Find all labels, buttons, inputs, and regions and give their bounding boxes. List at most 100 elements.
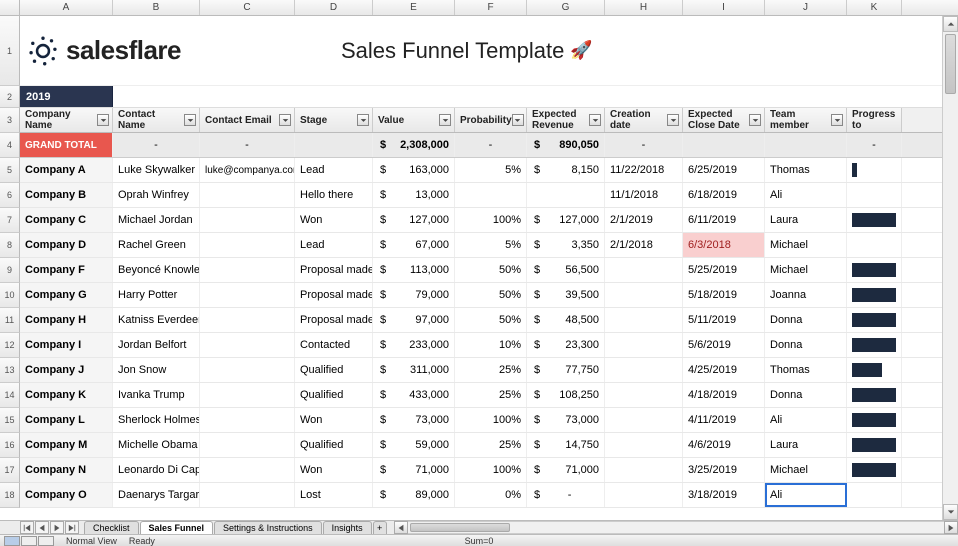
cell-stage[interactable]: Proposal made	[295, 283, 373, 307]
sheet-tab[interactable]: Insights	[323, 521, 372, 534]
cell-team[interactable]: Thomas	[765, 358, 847, 382]
cell-progress[interactable]	[847, 258, 902, 282]
col-E[interactable]: E	[373, 0, 455, 15]
cell-stage[interactable]: Hello there	[295, 183, 373, 207]
cell-value[interactable]: $163,000	[373, 158, 455, 182]
cell-progress[interactable]	[847, 183, 902, 207]
row-header-15[interactable]: 15	[0, 408, 20, 433]
cell-contact[interactable]: Ivanka Trump	[113, 383, 200, 407]
cell-company[interactable]: Company K	[20, 383, 113, 407]
cell-company[interactable]: Company O	[20, 483, 113, 507]
cell-created[interactable]	[605, 333, 683, 357]
page-break-view-button[interactable]	[38, 536, 54, 546]
row-header-3[interactable]: 3	[0, 108, 20, 133]
cell-contact[interactable]: Sherlock Holmes	[113, 408, 200, 432]
cell-created[interactable]	[605, 483, 683, 507]
cell-probability[interactable]: 25%	[455, 383, 527, 407]
cell-team[interactable]: Laura	[765, 208, 847, 232]
cell-exp-rev[interactable]: $108,250	[527, 383, 605, 407]
cell-close-date[interactable]: 6/11/2019	[683, 208, 765, 232]
cell-stage[interactable]: Proposal made	[295, 308, 373, 332]
cell-company[interactable]: Company N	[20, 458, 113, 482]
cell-team[interactable]: Ali	[765, 183, 847, 207]
row-header-8[interactable]: 8	[0, 233, 20, 258]
vertical-scrollbar[interactable]	[942, 16, 958, 520]
row-header-13[interactable]: 13	[0, 358, 20, 383]
row-header-16[interactable]: 16	[0, 433, 20, 458]
cell-exp-rev[interactable]: $23,300	[527, 333, 605, 357]
cell-email[interactable]: luke@companya.com	[200, 158, 295, 182]
cell-company[interactable]: Company C	[20, 208, 113, 232]
filter-dropdown-icon[interactable]	[749, 114, 761, 126]
cell-close-date[interactable]: 4/11/2019	[683, 408, 765, 432]
cell-company[interactable]: Company L	[20, 408, 113, 432]
cell-email[interactable]	[200, 458, 295, 482]
cell-close-date[interactable]: 3/18/2019	[683, 483, 765, 507]
cell-email[interactable]	[200, 408, 295, 432]
cell-stage[interactable]: Won	[295, 408, 373, 432]
cell-company[interactable]: Company I	[20, 333, 113, 357]
cell-email[interactable]	[200, 383, 295, 407]
cell-stage[interactable]: Qualified	[295, 358, 373, 382]
cell-contact[interactable]: Oprah Winfrey	[113, 183, 200, 207]
cell-team[interactable]: Michael	[765, 258, 847, 282]
col-F[interactable]: F	[455, 0, 527, 15]
cell-email[interactable]	[200, 483, 295, 507]
cell-probability[interactable]: 50%	[455, 283, 527, 307]
hdr-creation[interactable]: Creation date	[605, 108, 683, 132]
cell-stage[interactable]: Won	[295, 458, 373, 482]
cell-created[interactable]	[605, 383, 683, 407]
col-A[interactable]: A	[20, 0, 113, 15]
cell-email[interactable]	[200, 433, 295, 457]
cell-team[interactable]: Ali	[765, 483, 847, 507]
cell-value[interactable]: $127,000	[373, 208, 455, 232]
cell-probability[interactable]	[455, 183, 527, 207]
cell-contact[interactable]: Michael Jordan	[113, 208, 200, 232]
cell-team[interactable]: Donna	[765, 308, 847, 332]
cell-progress[interactable]	[847, 358, 902, 382]
row-header-14[interactable]: 14	[0, 383, 20, 408]
cell-stage[interactable]: Lead	[295, 158, 373, 182]
cell-value[interactable]: $433,000	[373, 383, 455, 407]
cell-close-date[interactable]: 5/25/2019	[683, 258, 765, 282]
hdr-close[interactable]: Expected Close Date	[683, 108, 765, 132]
tab-prev-button[interactable]	[35, 521, 49, 534]
filter-dropdown-icon[interactable]	[357, 114, 369, 126]
cell-team[interactable]: Laura	[765, 433, 847, 457]
row-header-7[interactable]: 7	[0, 208, 20, 233]
cell-email[interactable]	[200, 258, 295, 282]
cell-stage[interactable]: Lost	[295, 483, 373, 507]
cell-company[interactable]: Company F	[20, 258, 113, 282]
cell-value[interactable]: $97,000	[373, 308, 455, 332]
row-header-2[interactable]: 2	[0, 86, 20, 108]
hdr-probability[interactable]: Probability	[455, 108, 527, 132]
row-header-9[interactable]: 9	[0, 258, 20, 283]
col-C[interactable]: C	[200, 0, 295, 15]
cell-contact[interactable]: Harry Potter	[113, 283, 200, 307]
cell-contact[interactable]: Jon Snow	[113, 358, 200, 382]
cell-company[interactable]: Company G	[20, 283, 113, 307]
filter-dropdown-icon[interactable]	[589, 114, 601, 126]
scroll-track[interactable]	[943, 32, 958, 504]
cell-stage[interactable]: Qualified	[295, 383, 373, 407]
col-K[interactable]: K	[847, 0, 902, 15]
cell-value[interactable]: $113,000	[373, 258, 455, 282]
cell-created[interactable]	[605, 358, 683, 382]
cell-probability[interactable]: 50%	[455, 308, 527, 332]
normal-view-button[interactable]	[4, 536, 20, 546]
cell-created[interactable]	[605, 408, 683, 432]
hdr-expected-rev[interactable]: Expected Revenue	[527, 108, 605, 132]
cell-close-date[interactable]: 6/3/2018	[683, 233, 765, 257]
cell-progress[interactable]	[847, 408, 902, 432]
scroll-thumb[interactable]	[410, 523, 510, 532]
cell-exp-rev[interactable]: $3,350	[527, 233, 605, 257]
col-H[interactable]: H	[605, 0, 683, 15]
scroll-left-button[interactable]	[394, 521, 408, 534]
cell-probability[interactable]: 0%	[455, 483, 527, 507]
cell-stage[interactable]: Qualified	[295, 433, 373, 457]
cell-contact[interactable]: Leonardo Di Caprio	[113, 458, 200, 482]
col-D[interactable]: D	[295, 0, 373, 15]
col-G[interactable]: G	[527, 0, 605, 15]
cell-company[interactable]: Company D	[20, 233, 113, 257]
cell-value[interactable]: $311,000	[373, 358, 455, 382]
